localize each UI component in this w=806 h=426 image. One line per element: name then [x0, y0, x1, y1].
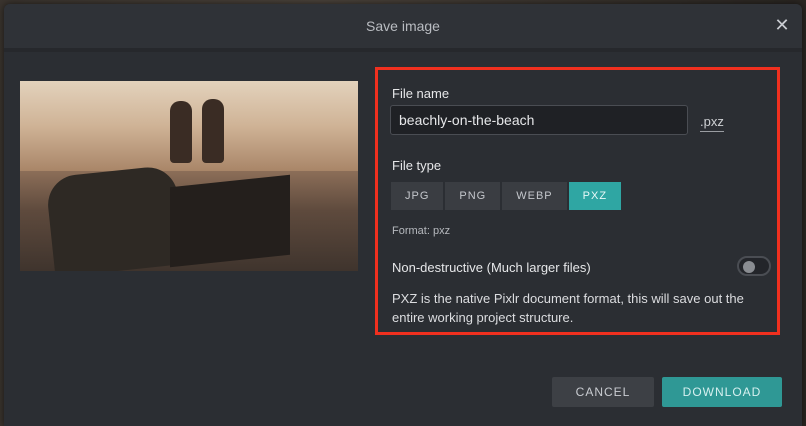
non-destructive-toggle[interactable]	[737, 256, 771, 276]
file-type-label: File type	[392, 158, 442, 173]
dialog-header: Save image ✕	[4, 4, 802, 52]
dialog-title: Save image	[366, 18, 440, 34]
file-type-tabs: JPG PNG WEBP PXZ	[391, 182, 623, 210]
file-extension: .pxz	[700, 114, 724, 132]
format-text: Format: pxz	[392, 225, 451, 237]
file-type-jpg[interactable]: JPG	[391, 182, 444, 210]
image-preview	[20, 81, 358, 271]
file-type-webp[interactable]: WEBP	[502, 182, 567, 210]
non-destructive-label: Non-destructive (Much larger files)	[392, 260, 591, 275]
file-name-label: File name	[392, 86, 450, 101]
cancel-button[interactable]: CANCEL	[552, 377, 654, 407]
file-type-pxz[interactable]: PXZ	[568, 182, 622, 210]
close-icon[interactable]: ✕	[772, 15, 792, 35]
file-type-png[interactable]: PNG	[445, 182, 501, 210]
file-name-input[interactable]	[390, 105, 688, 135]
format-description: PXZ is the native Pixlr document format,…	[392, 291, 744, 325]
download-button[interactable]: DOWNLOAD	[662, 377, 782, 407]
preview-bag	[45, 164, 185, 271]
preview-person	[170, 101, 192, 163]
preview-person	[202, 99, 224, 163]
preview-box	[170, 174, 290, 268]
toggle-knob	[743, 261, 755, 273]
